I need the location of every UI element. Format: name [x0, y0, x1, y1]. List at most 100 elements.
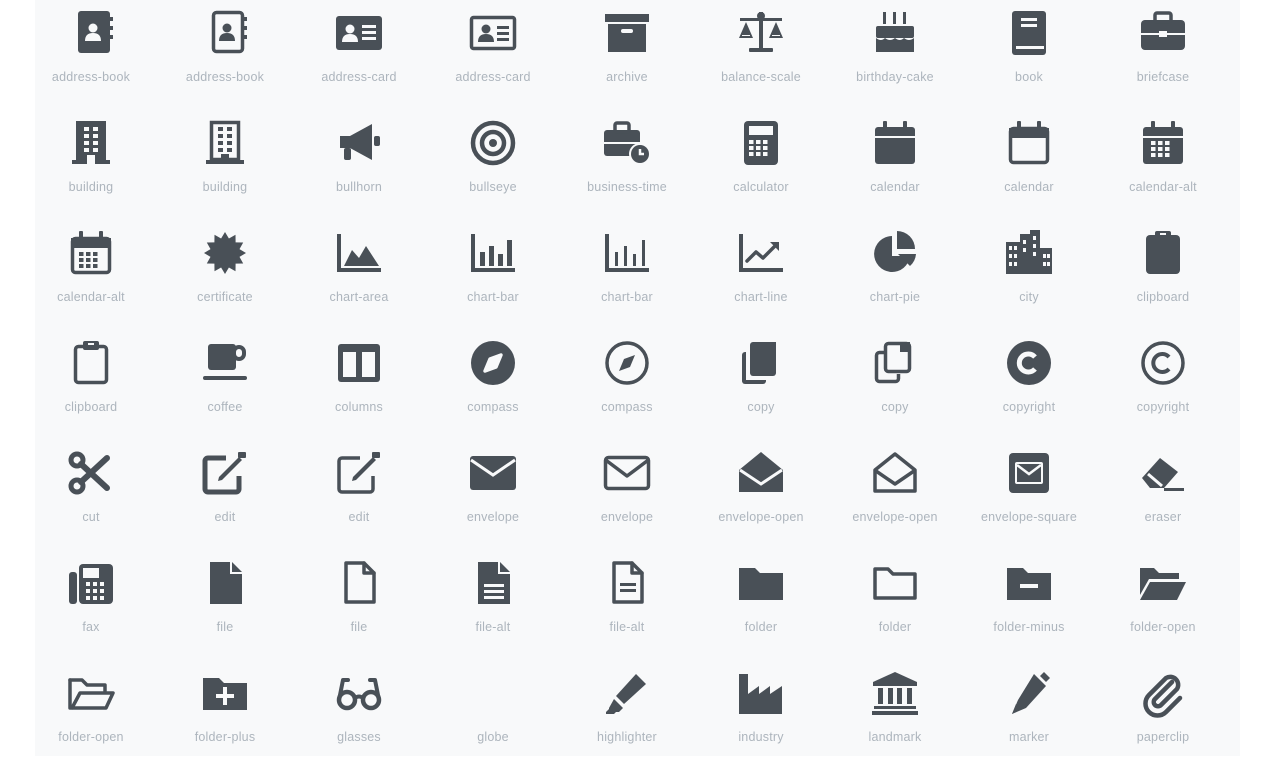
icon-tile-eraser-solid[interactable]: eraser	[1096, 440, 1230, 550]
certificate-icon	[204, 232, 246, 274]
icon-label: industry	[738, 730, 784, 744]
icon-tile-envelope-open-regular[interactable]: envelope-open	[828, 440, 962, 550]
address-card-icon	[469, 15, 517, 51]
folder-open-icon	[68, 678, 115, 710]
icon-tile-envelope-square-solid[interactable]: envelope-square	[962, 440, 1096, 550]
icon-label: cut	[82, 510, 100, 524]
icon-tile-highlighter-solid[interactable]: highlighter	[560, 660, 694, 770]
icon-tile-marker-solid[interactable]: marker	[962, 660, 1096, 770]
icon-tile-calendar-alt-solid[interactable]: calendar-alt	[1096, 110, 1230, 220]
marker-icon	[1012, 672, 1050, 714]
icon-tile-cut-solid[interactable]: cut	[24, 440, 158, 550]
icon-label: folder-open	[1130, 620, 1196, 634]
industry-icon	[739, 674, 782, 714]
icon-tile-building-solid[interactable]: building	[24, 110, 158, 220]
icon-tile-book-solid[interactable]: book	[962, 0, 1096, 110]
icon-tile-archive-solid[interactable]: archive	[560, 0, 694, 110]
icon-label: calendar	[1004, 180, 1054, 194]
icon-label: columns	[335, 400, 383, 414]
icon-tile-bullhorn-solid[interactable]: bullhorn	[292, 110, 426, 220]
icon-label: file	[216, 620, 234, 634]
icon-tile-calculator-solid[interactable]: calculator	[694, 110, 828, 220]
address-card-icon	[336, 16, 382, 50]
icon-tile-chart-pie-solid[interactable]: chart-pie	[828, 220, 962, 330]
icon-tile-address-book-solid[interactable]: address-book	[24, 0, 158, 110]
icon-tile-file-alt-regular[interactable]: file-alt	[560, 550, 694, 660]
icon-label: balance-scale	[721, 70, 801, 84]
icon-tile-envelope-solid[interactable]: envelope	[426, 440, 560, 550]
icon-tile-edit-regular[interactable]: edit	[292, 440, 426, 550]
copyright-icon	[1007, 341, 1051, 385]
icon-tile-edit-solid[interactable]: edit	[158, 440, 292, 550]
icon-label: file	[350, 620, 368, 634]
icon-tile-calendar-regular[interactable]: calendar	[962, 110, 1096, 220]
icon-label: folder	[744, 620, 778, 634]
icon-tile-folder-regular[interactable]: folder	[828, 550, 962, 660]
icon-tile-chart-area-solid[interactable]: chart-area	[292, 220, 426, 330]
icon-tile-clipboard-regular[interactable]: clipboard	[24, 330, 158, 440]
icon-label: briefcase	[1136, 70, 1190, 84]
icon-tile-clipboard-solid[interactable]: clipboard	[1096, 220, 1230, 330]
icon-tile-copyright-solid[interactable]: copyright	[962, 330, 1096, 440]
icon-tile-folder-open-regular[interactable]: folder-open	[24, 660, 158, 770]
icon-tile-copyright-regular[interactable]: copyright	[1096, 330, 1230, 440]
icon-tile-building-regular[interactable]: building	[158, 110, 292, 220]
icon-label: clipboard	[64, 400, 118, 414]
archive-icon	[605, 14, 649, 52]
icon-tile-file-alt-solid[interactable]: file-alt	[426, 550, 560, 660]
icon-tile-certificate-solid[interactable]: certificate	[158, 220, 292, 330]
icon-tile-calendar-alt-regular[interactable]: calendar-alt	[24, 220, 158, 330]
icon-label: certificate	[197, 290, 253, 304]
icon-tile-address-card-regular[interactable]: address-card	[426, 0, 560, 110]
file-icon	[210, 562, 242, 604]
icon-label: folder-open	[58, 730, 124, 744]
icon-tile-balance-scale-solid[interactable]: balance-scale	[694, 0, 828, 110]
icon-label: building	[68, 180, 114, 194]
icon-tile-coffee-solid[interactable]: coffee	[158, 330, 292, 440]
icon-label: copy	[747, 400, 775, 414]
icon-tile-bullseye-solid[interactable]: bullseye	[426, 110, 560, 220]
icon-tile-file-regular[interactable]: file	[292, 550, 426, 660]
icon-tile-industry-solid[interactable]: industry	[694, 660, 828, 770]
icon-tile-folder-plus-solid[interactable]: folder-plus	[158, 660, 292, 770]
icon-tile-calendar-solid[interactable]: calendar	[828, 110, 962, 220]
icon-label: compass	[467, 400, 519, 414]
icon-tile-chart-bar-solid[interactable]: chart-bar	[426, 220, 560, 330]
icon-tile-city-solid[interactable]: city	[962, 220, 1096, 330]
icon-tile-address-card-solid[interactable]: address-card	[292, 0, 426, 110]
icon-tile-briefcase-solid[interactable]: briefcase	[1096, 0, 1230, 110]
icon-label: calendar-alt	[1129, 180, 1197, 194]
birthday-cake-icon	[876, 12, 914, 52]
icon-tile-compass-solid[interactable]: compass	[426, 330, 560, 440]
icon-tile-copy-regular[interactable]: copy	[828, 330, 962, 440]
envelope-icon	[470, 456, 516, 490]
icon-tile-fax-solid[interactable]: fax	[24, 550, 158, 660]
icon-tile-compass-regular[interactable]: compass	[560, 330, 694, 440]
icon-tile-chart-line-solid[interactable]: chart-line	[694, 220, 828, 330]
globe-icon	[468, 668, 518, 718]
icon-tile-envelope-open-solid[interactable]: envelope-open	[694, 440, 828, 550]
folder-icon	[739, 568, 783, 600]
icon-label: landmark	[868, 730, 922, 744]
icon-tile-columns-solid[interactable]: columns	[292, 330, 426, 440]
icon-tile-copy-solid[interactable]: copy	[694, 330, 828, 440]
icon-tile-landmark-solid[interactable]: landmark	[828, 660, 962, 770]
icon-label: copy	[881, 400, 909, 414]
icon-tile-globe-solid[interactable]: globe	[426, 660, 560, 770]
icon-tile-envelope-regular[interactable]: envelope	[560, 440, 694, 550]
icon-label: book	[1015, 70, 1043, 84]
icon-tile-glasses-solid[interactable]: glasses	[292, 660, 426, 770]
icon-tile-chart-bar-regular[interactable]: chart-bar	[560, 220, 694, 330]
icon-tile-folder-open-solid[interactable]: folder-open	[1096, 550, 1230, 660]
icon-tile-paperclip-solid[interactable]: paperclip	[1096, 660, 1230, 770]
icon-tile-birthday-cake-solid[interactable]: birthday-cake	[828, 0, 962, 110]
icon-tile-file-solid[interactable]: file	[158, 550, 292, 660]
icon-tile-address-book-regular[interactable]: address-book	[158, 0, 292, 110]
icon-label: envelope	[600, 510, 654, 524]
icon-tile-folder-minus-solid[interactable]: folder-minus	[962, 550, 1096, 660]
envelope-open-icon	[739, 452, 783, 492]
icon-label: archive	[606, 70, 648, 84]
icon-tile-business-time-solid[interactable]: business-time	[560, 110, 694, 220]
icon-tile-folder-solid[interactable]: folder	[694, 550, 828, 660]
bullhorn-icon	[340, 124, 380, 160]
